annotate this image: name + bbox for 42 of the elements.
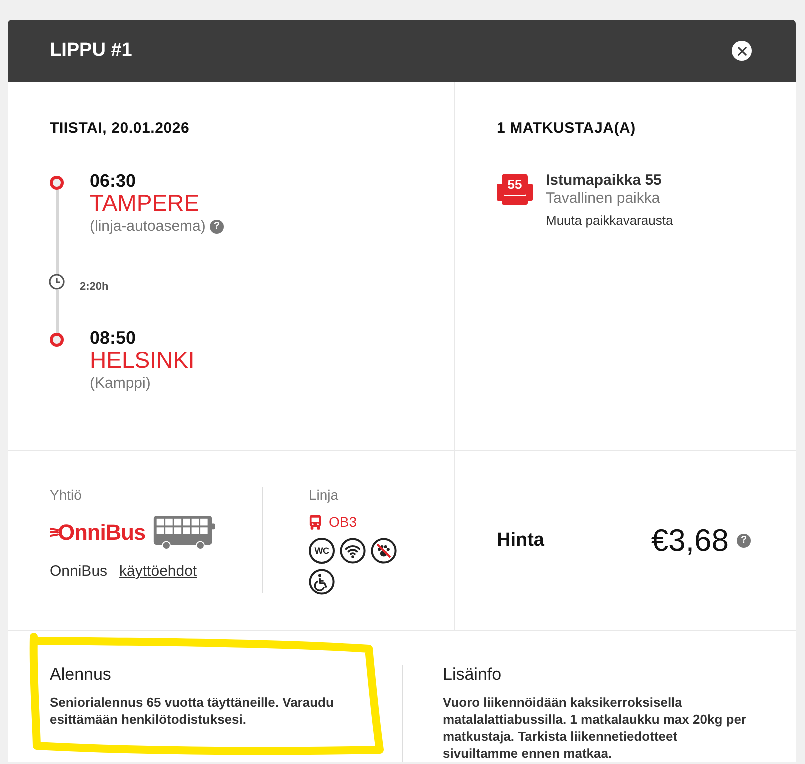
stop-marker-icon <box>50 176 64 190</box>
trip-date: TIISTAI, 20.01.2026 <box>50 120 191 137</box>
discount-title: Alennus <box>50 665 112 685</box>
seat-title: Istumapaikka 55 <box>546 172 663 190</box>
terms-link[interactable]: käyttöehdot <box>120 563 198 581</box>
stop-city: HELSINKI <box>90 348 196 373</box>
speed-lines-icon <box>50 526 59 539</box>
ticket-title: LIPPU #1 <box>50 40 132 62</box>
help-button[interactable]: ? <box>737 534 751 548</box>
wc-sign: WC <box>309 538 335 564</box>
seat-icon <box>497 173 533 206</box>
company-label: Yhtiö <box>50 487 83 504</box>
line-label: Linja <box>309 487 340 504</box>
discount-text: Seniorialennus 65 vuotta täyttäneille. Varaudu esittämään henkilötodistuksesi. <box>50 694 335 728</box>
stop-marker-icon <box>50 333 64 347</box>
price-amount: €3,68 <box>651 522 729 558</box>
company-logo: OnniBus <box>58 520 146 546</box>
info-title: Lisäinfo <box>443 665 503 685</box>
stop-station: (linja-autoasema) <box>90 218 206 236</box>
bus-icon <box>309 514 322 530</box>
stop-city: TAMPERE <box>90 191 200 216</box>
price-label: Hinta <box>497 530 544 552</box>
passenger-count: 1 MATKUSTAJA(A) <box>497 120 637 137</box>
wheelchair-icon <box>309 569 335 595</box>
wifi-icon <box>340 538 366 564</box>
stop-time: 08:50 <box>90 328 138 348</box>
timeline-line <box>56 290 58 333</box>
trip-duration: 2:20h <box>80 280 110 294</box>
help-button[interactable]: ? <box>210 220 224 234</box>
stop-time: 06:30 <box>90 171 138 191</box>
double-decker-bus-icon <box>153 516 218 550</box>
info-text: Vuoro liikennöidään kaksikerroksisella matalalattiabussilla. 1 matkalaukku max 20kg per matkustaja. Tarkista liikennetiedotteet sivuiltamme ennen matkaa. <box>443 694 748 762</box>
clock-icon <box>49 274 65 290</box>
change-seat-link[interactable]: Muuta paikkavarausta <box>546 212 674 229</box>
close-button[interactable] <box>732 41 752 61</box>
close-icon <box>738 46 746 56</box>
line-code: OB3 <box>329 513 358 531</box>
seat-number: 55 <box>506 177 524 192</box>
company-name: OnniBus <box>50 563 108 581</box>
stop-station: (Kamppi) <box>90 375 151 393</box>
seat-type: Tavallinen paikka <box>546 190 662 208</box>
no-pets-icon <box>371 538 397 564</box>
